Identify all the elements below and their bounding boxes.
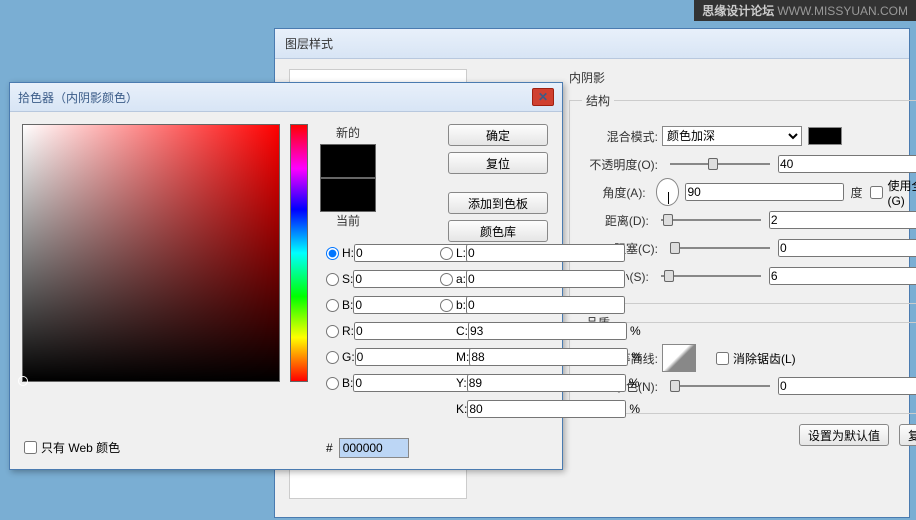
distance-slider[interactable] bbox=[661, 212, 761, 228]
reset-default-button[interactable]: 复位为默认值 bbox=[899, 424, 916, 446]
g-radio[interactable] bbox=[326, 351, 339, 364]
h-radio[interactable] bbox=[326, 247, 339, 260]
y-input[interactable] bbox=[467, 374, 626, 392]
opacity-input[interactable] bbox=[778, 155, 916, 173]
c-input[interactable] bbox=[468, 322, 627, 340]
sv-cursor-icon bbox=[18, 376, 28, 386]
distance-input[interactable] bbox=[769, 211, 916, 229]
hue-slider[interactable] bbox=[290, 124, 308, 382]
blendmode-label: 混合模式: bbox=[582, 128, 662, 145]
m-input[interactable] bbox=[469, 348, 628, 366]
blendmode-select[interactable]: 颜色加深 bbox=[662, 126, 802, 146]
b2-input[interactable] bbox=[466, 296, 625, 314]
noise-slider[interactable] bbox=[670, 378, 770, 394]
antialias-label: 消除锯齿(L) bbox=[733, 350, 796, 367]
web-only-checkbox[interactable] bbox=[24, 441, 37, 454]
make-default-button[interactable]: 设置为默认值 bbox=[799, 424, 889, 446]
noise-input[interactable] bbox=[778, 377, 916, 395]
new-color-swatch bbox=[320, 144, 376, 178]
ok-button[interactable]: 确定 bbox=[448, 124, 548, 146]
effect-heading: 内阴影 bbox=[569, 69, 895, 86]
hash-label: # bbox=[326, 441, 333, 455]
contour-picker[interactable] bbox=[662, 344, 696, 372]
current-label: 当前 bbox=[336, 212, 360, 229]
layer-style-title: 图层样式 bbox=[275, 29, 909, 59]
shadow-color-swatch[interactable] bbox=[808, 127, 842, 145]
watermark: 思缘设计论坛 WWW.MISSYUAN.COM bbox=[694, 0, 916, 21]
close-icon[interactable]: ✕ bbox=[532, 88, 554, 106]
choke-input[interactable] bbox=[778, 239, 916, 257]
add-swatch-button[interactable]: 添加到色板 bbox=[448, 192, 548, 214]
color-libs-button[interactable]: 颜色库 bbox=[448, 220, 548, 242]
current-color-swatch[interactable] bbox=[320, 178, 376, 212]
b2-radio[interactable] bbox=[440, 299, 453, 312]
opacity-slider[interactable] bbox=[670, 156, 770, 172]
l-radio[interactable] bbox=[440, 247, 453, 260]
angle-dial[interactable] bbox=[656, 178, 680, 206]
hex-input[interactable] bbox=[339, 438, 409, 458]
picker-title: 拾色器（内阴影颜色） bbox=[18, 89, 138, 106]
size-slider[interactable] bbox=[661, 268, 761, 284]
a-radio[interactable] bbox=[440, 273, 453, 286]
s-radio[interactable] bbox=[326, 273, 339, 286]
saturation-value-field[interactable] bbox=[22, 124, 280, 382]
new-label: 新的 bbox=[336, 124, 360, 141]
b3-radio[interactable] bbox=[326, 377, 339, 390]
global-light-checkbox[interactable] bbox=[870, 186, 883, 199]
distance-label: 距离(D): bbox=[582, 212, 653, 229]
a-input[interactable] bbox=[466, 270, 625, 288]
angle-input[interactable] bbox=[685, 183, 844, 201]
angle-label: 角度(A): bbox=[582, 184, 650, 201]
size-input[interactable] bbox=[769, 267, 916, 285]
r-radio[interactable] bbox=[326, 325, 339, 338]
antialias-checkbox[interactable] bbox=[716, 352, 729, 365]
l-input[interactable] bbox=[466, 244, 625, 262]
web-only-label: 只有 Web 颜色 bbox=[41, 439, 120, 456]
choke-slider[interactable] bbox=[670, 240, 770, 256]
reset-button[interactable]: 复位 bbox=[448, 152, 548, 174]
global-light-label: 使用全局光 (G) bbox=[887, 177, 916, 208]
b-radio[interactable] bbox=[326, 299, 339, 312]
k-input[interactable] bbox=[467, 400, 626, 418]
opacity-label: 不透明度(O): bbox=[582, 156, 662, 173]
color-picker-dialog: 拾色器（内阴影颜色） ✕ 新的 当前 确定 复位 添加到色板 颜色库 H:度 L… bbox=[9, 82, 563, 470]
